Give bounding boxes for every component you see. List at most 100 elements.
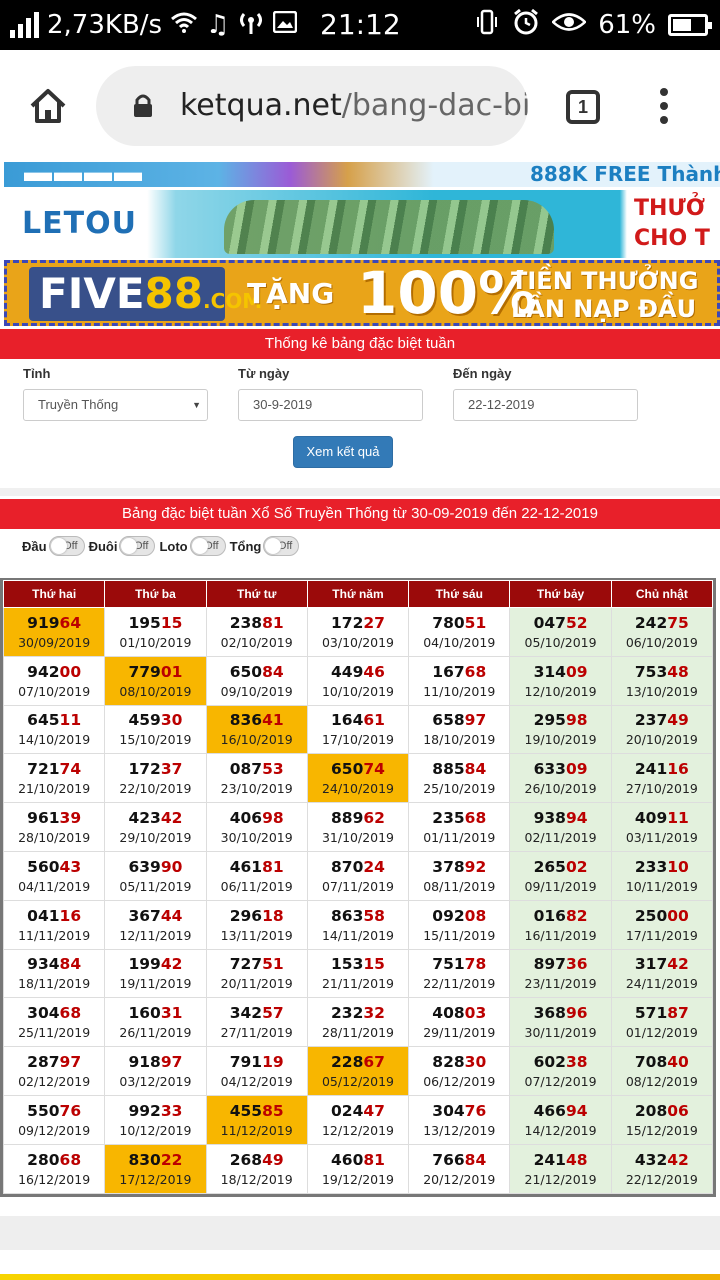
result-cell: 30468 25/11/2019 xyxy=(2,997,106,1048)
result-cell: 56043 04/11/2019 xyxy=(2,850,106,901)
result-cell: 31742 24/11/2019 xyxy=(610,948,714,999)
draw-date: 25/11/2019 xyxy=(18,1025,91,1041)
toggle-switch[interactable]: Off xyxy=(119,536,156,556)
special-prize-number: 28797 xyxy=(27,1053,82,1072)
draw-date: 25/10/2019 xyxy=(423,781,496,797)
result-cell: 55076 09/12/2019 xyxy=(2,1094,106,1145)
url-text[interactable]: ketqua.net/bang-dac-bi xyxy=(180,88,528,123)
result-cell: 08753 23/10/2019 xyxy=(205,753,308,804)
province-label: Tỉnh xyxy=(23,366,51,381)
five88-line-1: TIỀN THƯỞNG xyxy=(511,267,699,295)
result-cell: 40803 29/11/2019 xyxy=(408,997,511,1048)
result-cell: 01682 16/11/2019 xyxy=(509,899,612,950)
section-divider xyxy=(0,488,720,496)
draw-date: 18/10/2019 xyxy=(423,732,496,748)
special-prize-number: 02447 xyxy=(331,1101,385,1120)
toggle-label: Loto xyxy=(159,538,188,554)
draw-date: 07/12/2019 xyxy=(524,1074,597,1090)
ad-banner-1[interactable]: ▬▬▬▬ 888K FREE Thành V xyxy=(4,162,720,187)
special-prize-number: 70840 xyxy=(634,1053,689,1072)
draw-date: 04/11/2019 xyxy=(18,878,91,894)
draw-date: 19/10/2019 xyxy=(524,732,597,748)
result-cell: 26849 18/12/2019 xyxy=(205,1143,308,1194)
special-prize-number: 60238 xyxy=(533,1053,588,1072)
draw-date: 22/10/2019 xyxy=(119,781,192,797)
table-row: 91964 30/09/2019 19515 01/10/2019 23881 02/10… xyxy=(2,607,714,657)
result-cell: 29618 13/11/2019 xyxy=(205,899,308,950)
special-prize-number: 82830 xyxy=(432,1053,487,1072)
draw-date: 05/11/2019 xyxy=(119,878,192,894)
special-prize-number: 75178 xyxy=(432,955,487,974)
special-prize-number: 36744 xyxy=(128,906,183,925)
result-title: Bảng đặc biệt tuần Xổ Số Truyền Thống từ… xyxy=(0,499,720,529)
five88-logo: FIVE88.COM xyxy=(29,267,262,321)
clock: 21:12 xyxy=(320,8,401,41)
special-prize-number: 96139 xyxy=(27,809,82,828)
special-prize-number: 19942 xyxy=(128,955,183,974)
result-cell: 72174 21/10/2019 xyxy=(2,753,106,804)
draw-date: 20/12/2019 xyxy=(423,1171,496,1187)
ad-banner-letou[interactable]: LETOU THƯỞ CHO T xyxy=(4,190,720,258)
from-date-input[interactable]: 30-9-2019 xyxy=(238,389,423,421)
to-date-label: Đến ngày xyxy=(453,366,512,381)
special-prize-number: 29618 xyxy=(229,906,284,925)
special-prize-number: 65897 xyxy=(432,711,487,730)
draw-date: 01/10/2019 xyxy=(119,634,192,650)
column-header: Chủ nhật xyxy=(610,580,714,608)
result-cell: 24148 21/12/2019 xyxy=(509,1143,612,1194)
special-prize-number: 83022 xyxy=(128,1150,183,1169)
dropdown-caret-icon: ▼ xyxy=(192,400,201,410)
special-prize-number: 26849 xyxy=(229,1150,284,1169)
battery-percent: 61% xyxy=(598,10,656,40)
tab-switcher-button[interactable]: 1 xyxy=(566,90,600,124)
draw-date: 02/12/2019 xyxy=(18,1074,91,1090)
column-header: Thứ năm xyxy=(306,580,410,608)
special-prize-number: 23232 xyxy=(331,1004,385,1023)
special-prize-number: 75348 xyxy=(634,662,689,681)
footer-ad-strip[interactable] xyxy=(0,1274,720,1280)
result-cell: 04116 11/11/2019 xyxy=(2,899,106,950)
special-prize-number: 22867 xyxy=(331,1053,385,1072)
draw-date: 10/11/2019 xyxy=(625,878,698,894)
draw-date: 09/10/2019 xyxy=(220,683,293,699)
address-bar[interactable]: ketqua.net/bang-dac-bi xyxy=(96,66,528,146)
draw-date: 16/11/2019 xyxy=(524,927,597,943)
overflow-menu-icon[interactable] xyxy=(658,88,670,128)
result-cell: 76684 20/12/2019 xyxy=(408,1143,511,1194)
music-icon: ♫ xyxy=(206,10,230,40)
special-prize-number: 23749 xyxy=(634,711,689,730)
result-cell: 26502 09/11/2019 xyxy=(509,850,612,901)
draw-date: 08/10/2019 xyxy=(119,683,192,699)
draw-date: 22/12/2019 xyxy=(625,1171,698,1187)
result-cell: 44946 10/10/2019 xyxy=(306,655,410,706)
toggle-switch[interactable]: Off xyxy=(263,536,300,556)
home-icon[interactable] xyxy=(28,86,68,126)
view-results-button[interactable]: Xem kết quả xyxy=(293,436,393,468)
toggle-switch[interactable]: Off xyxy=(189,536,226,556)
special-prize-number: 25000 xyxy=(634,906,689,925)
draw-date: 14/11/2019 xyxy=(321,927,394,943)
result-cell: 46181 06/11/2019 xyxy=(205,850,308,901)
result-cell: 82830 06/12/2019 xyxy=(408,1046,511,1096)
result-cell: 16461 17/10/2019 xyxy=(306,704,410,755)
result-cell: 23568 01/11/2019 xyxy=(408,802,511,852)
province-select[interactable]: Truyền Thống ▼ xyxy=(23,389,208,421)
ad-banner-five88[interactable]: FIVE88.COM TẶNG 100% TIỀN THƯỞNG LẦN NẠP… xyxy=(4,260,720,326)
vibrate-icon xyxy=(474,9,500,42)
result-cell: 20806 15/12/2019 xyxy=(610,1094,714,1145)
result-cell: 63990 05/11/2019 xyxy=(104,850,207,901)
draw-date: 20/10/2019 xyxy=(625,732,698,748)
special-prize-number: 46694 xyxy=(533,1101,588,1120)
special-prize-number: 34257 xyxy=(229,1004,284,1023)
draw-date: 31/10/2019 xyxy=(321,830,394,846)
toggle-switch[interactable]: Off xyxy=(48,536,85,556)
table-row: 56043 04/11/2019 63990 05/11/2019 46181 06/11… xyxy=(2,850,714,901)
footer-bar xyxy=(0,1216,720,1250)
result-cell: 72751 20/11/2019 xyxy=(205,948,308,999)
special-prize-number: 29598 xyxy=(533,711,588,730)
to-date-input[interactable]: 22-12-2019 xyxy=(453,389,638,421)
special-prize-number: 94200 xyxy=(27,662,82,681)
draw-date: 03/12/2019 xyxy=(119,1074,192,1090)
special-prize-number: 86358 xyxy=(331,906,385,925)
result-cell: 24275 06/10/2019 xyxy=(610,607,714,657)
